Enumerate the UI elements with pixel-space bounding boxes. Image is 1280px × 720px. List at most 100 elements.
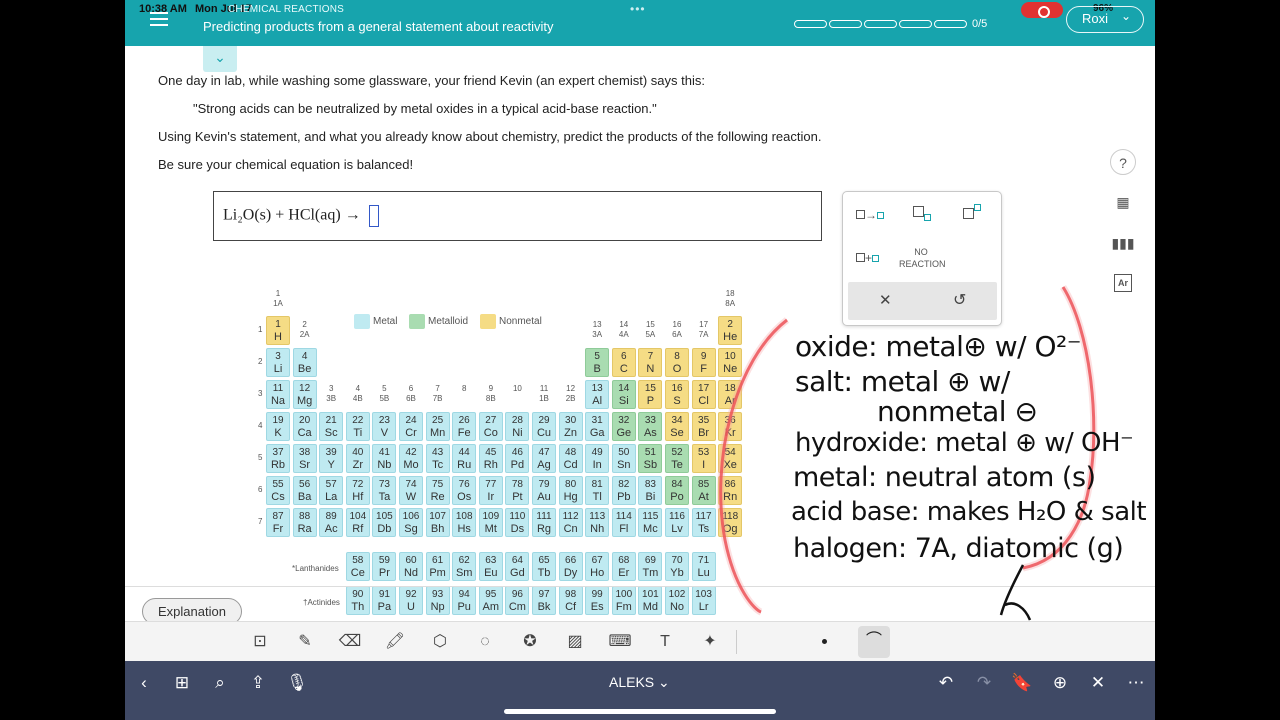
element-nb[interactable]: 41 Nb: [372, 444, 397, 473]
element-pa[interactable]: 91 Pa: [372, 586, 397, 615]
element-ne[interactable]: 10 Ne: [718, 348, 743, 377]
bookmark-icon[interactable]: 🔖: [1009, 672, 1035, 694]
element-k[interactable]: 19 K: [266, 412, 290, 441]
element-bh[interactable]: 107 Bh: [425, 508, 450, 537]
element-ni[interactable]: 28 Ni: [505, 412, 530, 441]
add-page-icon[interactable]: ⊕: [1047, 672, 1073, 694]
element-br[interactable]: 35 Br: [691, 412, 716, 441]
element-ho[interactable]: 67 Ho: [585, 552, 610, 581]
sticker-icon[interactable]: ⊡: [247, 630, 273, 654]
element-pu[interactable]: 94 Pu: [452, 586, 477, 615]
element-ru[interactable]: 44 Ru: [452, 444, 477, 473]
element-fr[interactable]: 87 Fr: [266, 508, 290, 537]
element-li[interactable]: 3 Li: [266, 348, 290, 377]
undo-icon[interactable]: ↶: [933, 672, 959, 694]
element-mc[interactable]: 115 Mc: [638, 508, 663, 537]
element-cs[interactable]: 55 Cs: [266, 476, 290, 505]
element-rg[interactable]: 111 Rg: [532, 508, 556, 537]
element-al[interactable]: 13 Al: [585, 380, 610, 409]
element-ti[interactable]: 22 Ti: [345, 412, 370, 441]
element-rh[interactable]: 45 Rh: [478, 444, 503, 473]
element-i[interactable]: 53 I: [691, 444, 716, 473]
element-sr[interactable]: 38 Sr: [292, 444, 317, 473]
element-hg[interactable]: 80 Hg: [558, 476, 583, 505]
element-ac[interactable]: 89 Ac: [319, 508, 344, 537]
element-po[interactable]: 84 Po: [665, 476, 689, 505]
element-f[interactable]: 9F: [691, 348, 716, 377]
element-y[interactable]: 39 Y: [319, 444, 344, 473]
element-lr[interactable]: 103 Lr: [691, 586, 716, 615]
element-xe[interactable]: 54 Xe: [718, 444, 743, 473]
element-ge[interactable]: 32 Ge: [611, 412, 636, 441]
element-zr[interactable]: 40 Zr: [345, 444, 370, 473]
element-be[interactable]: 4 Be: [292, 348, 317, 377]
share-icon[interactable]: ⇪: [245, 672, 271, 694]
stroke-style-button[interactable]: ⌒: [858, 626, 890, 658]
element-ds[interactable]: 110 Ds: [505, 508, 530, 537]
element-na[interactable]: 11 Na: [266, 380, 290, 409]
element-at[interactable]: 85 At: [691, 476, 716, 505]
element-nh[interactable]: 113 Nh: [585, 508, 610, 537]
element-bi[interactable]: 83 Bi: [638, 476, 663, 505]
element-er[interactable]: 68 Er: [611, 552, 636, 581]
element-cd[interactable]: 48 Cd: [558, 444, 583, 473]
element-cr[interactable]: 24 Cr: [399, 412, 423, 441]
element-sc[interactable]: 21 Sc: [319, 412, 344, 441]
element-sg[interactable]: 106 Sg: [399, 508, 423, 537]
close-icon[interactable]: ✕: [1085, 672, 1111, 694]
element-md[interactable]: 101 Md: [638, 586, 663, 615]
element-h[interactable]: 1H: [266, 316, 290, 345]
element-fl[interactable]: 114 Fl: [611, 508, 636, 537]
element-p[interactable]: 15 P: [638, 380, 663, 409]
image-icon[interactable]: ▨: [562, 630, 588, 654]
element-ta[interactable]: 73 Ta: [372, 476, 397, 505]
stroke-size-dot[interactable]: [822, 639, 827, 644]
element-s[interactable]: 16 S: [665, 380, 689, 409]
element-tb[interactable]: 65 Tb: [532, 552, 556, 581]
element-hs[interactable]: 108 Hs: [452, 508, 477, 537]
redo-icon[interactable]: ↷: [971, 672, 997, 694]
element-ce[interactable]: 58 Ce: [345, 552, 370, 581]
element-rn[interactable]: 86 Rn: [718, 476, 743, 505]
element-lv[interactable]: 116 Lv: [665, 508, 689, 537]
element-he[interactable]: 2 He: [718, 316, 743, 345]
element-sb[interactable]: 51 Sb: [638, 444, 663, 473]
element-og[interactable]: 118 Og: [718, 508, 743, 537]
element-se[interactable]: 34 Se: [665, 412, 689, 441]
element-no[interactable]: 102 No: [665, 586, 689, 615]
element-sm[interactable]: 62 Sm: [452, 552, 477, 581]
eraser-icon[interactable]: ⌫: [337, 630, 363, 654]
element-ba[interactable]: 56 Ba: [292, 476, 317, 505]
element-te[interactable]: 52 Te: [665, 444, 689, 473]
pen-icon[interactable]: ✎: [292, 630, 318, 654]
element-si[interactable]: 14 Si: [611, 380, 636, 409]
element-ar[interactable]: 18 Ar: [718, 380, 743, 409]
element-cn[interactable]: 112 Cn: [558, 508, 583, 537]
element-v[interactable]: 23 V: [372, 412, 397, 441]
element-gd[interactable]: 64 Gd: [505, 552, 530, 581]
element-pt[interactable]: 78 Pt: [505, 476, 530, 505]
element-rf[interactable]: 104 Rf: [345, 508, 370, 537]
element-w[interactable]: 74 W: [399, 476, 423, 505]
search-icon[interactable]: ⌕: [207, 672, 233, 694]
element-b[interactable]: 5B: [585, 348, 610, 377]
app-title[interactable]: ALEKS ⌄: [609, 674, 670, 691]
shapes-icon[interactable]: ⬡: [427, 630, 453, 654]
element-cf[interactable]: 98 Cf: [558, 586, 583, 615]
element-nd[interactable]: 60 Nd: [399, 552, 423, 581]
element-o[interactable]: 8O: [665, 348, 689, 377]
element-ts[interactable]: 117 Ts: [691, 508, 716, 537]
element-ra[interactable]: 88 Ra: [292, 508, 317, 537]
element-n[interactable]: 7N: [638, 348, 663, 377]
element-tm[interactable]: 69 Tm: [638, 552, 663, 581]
element-as[interactable]: 33 As: [638, 412, 663, 441]
element-hf[interactable]: 72 Hf: [345, 476, 370, 505]
element-cl[interactable]: 17 Cl: [691, 380, 716, 409]
element-cu[interactable]: 29 Cu: [532, 412, 556, 441]
element-dy[interactable]: 66 Dy: [558, 552, 583, 581]
grid-icon[interactable]: ⊞: [169, 672, 195, 694]
element-pr[interactable]: 59 Pr: [372, 552, 397, 581]
element-pd[interactable]: 46 Pd: [505, 444, 530, 473]
element-yb[interactable]: 70 Yb: [665, 552, 689, 581]
element-ir[interactable]: 77 Ir: [478, 476, 503, 505]
